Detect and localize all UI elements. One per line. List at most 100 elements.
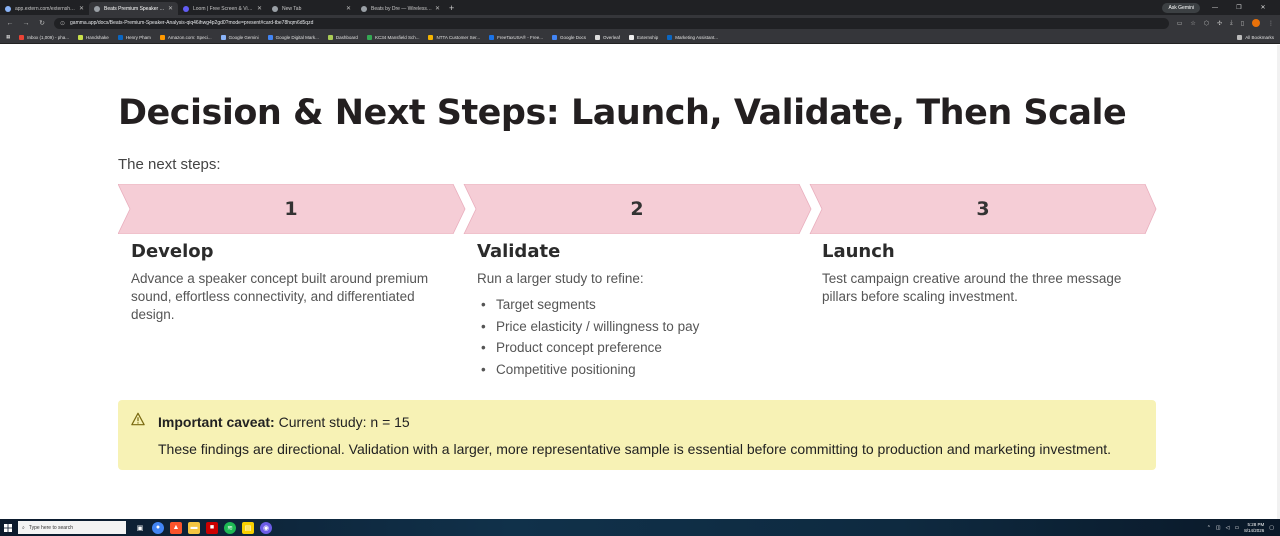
bookmark-item[interactable]: Google Digital Mark... bbox=[267, 34, 319, 40]
forward-icon[interactable]: → bbox=[22, 20, 30, 27]
task-view-icon[interactable]: ▣ bbox=[134, 522, 146, 534]
close-icon[interactable]: ✕ bbox=[346, 5, 351, 12]
apps-icon[interactable]: ▦ bbox=[6, 34, 10, 40]
bookmark-item[interactable]: Google Docs bbox=[551, 34, 586, 40]
browser-tab-bar: app.extern.com/externships/6/...✕ Beats … bbox=[0, 0, 1280, 15]
step-heading: Develop bbox=[131, 241, 214, 262]
step-number: 3 bbox=[976, 198, 990, 220]
star-icon[interactable]: ☆ bbox=[1190, 20, 1195, 27]
close-icon[interactable]: ✕ bbox=[168, 5, 173, 12]
volume-icon[interactable]: ◁ bbox=[1226, 525, 1230, 531]
bookmark-item[interactable]: Dashboard bbox=[327, 34, 358, 40]
bookmark-item[interactable]: Inbox (1,009) - pha... bbox=[19, 34, 69, 40]
bookmark-item[interactable]: KC34 Mansfield Sch... bbox=[366, 34, 420, 40]
bookmark-item[interactable]: Marketing Assistant... bbox=[667, 34, 719, 40]
back-icon[interactable]: ← bbox=[6, 20, 14, 27]
bookmark-item[interactable]: Henry Pham bbox=[117, 34, 151, 40]
tab-title: app.extern.com/externships/6/... bbox=[15, 5, 76, 12]
step-column-validate: Validate Run a larger study to refine: T… bbox=[477, 241, 797, 380]
bookmark-label: Dashboard bbox=[335, 34, 358, 40]
extension-icon[interactable]: ⬡ bbox=[1204, 20, 1209, 27]
sidepanel-icon[interactable]: ▯ bbox=[1241, 20, 1244, 27]
tab-favicon-icon bbox=[94, 5, 100, 12]
url-text: gamma.app/docs/Beats-Premium-Speaker-Ana… bbox=[70, 20, 314, 26]
bookmark-label: Handshake bbox=[86, 34, 109, 40]
close-window-icon[interactable]: ✕ bbox=[1254, 4, 1272, 11]
extensions-puzzle-icon[interactable]: ✣ bbox=[1217, 20, 1222, 27]
tab-favicon-icon bbox=[5, 5, 11, 12]
bookmark-label: Marketing Assistant... bbox=[675, 34, 719, 40]
tab-new-tab[interactable]: New Tab ✕ bbox=[267, 2, 356, 15]
chrome-icon[interactable]: ● bbox=[152, 521, 164, 534]
minimize-icon[interactable]: — bbox=[1206, 5, 1224, 11]
system-clock[interactable]: 5:28 PM 8/14/2026 bbox=[1244, 522, 1264, 534]
bookmark-item[interactable]: Google Gemini bbox=[220, 34, 259, 40]
tab-title: Loom | Free Screen & Video Re... bbox=[193, 5, 254, 12]
page-title: Decision & Next Steps: Launch, Validate,… bbox=[118, 93, 1127, 133]
tab-externship[interactable]: app.extern.com/externships/6/...✕ bbox=[0, 2, 89, 15]
search-placeholder: Type here to search bbox=[28, 524, 74, 531]
step-heading: Launch bbox=[822, 241, 895, 262]
amazon-icon bbox=[159, 34, 165, 40]
maximize-icon[interactable]: ❐ bbox=[1230, 4, 1248, 11]
file-explorer-icon[interactable]: ▬ bbox=[188, 521, 200, 534]
tab-beats-speakers[interactable]: Beats by Dre — Wireless Speak...✕ bbox=[356, 2, 445, 15]
tab-favicon-icon bbox=[361, 5, 367, 12]
sticky-notes-icon[interactable]: ▤ bbox=[242, 521, 254, 534]
address-bar: ← → ↻ ⊙ gamma.app/docs/Beats-Premium-Spe… bbox=[0, 15, 1280, 31]
bullet-list: Target segments Price elasticity / willi… bbox=[477, 294, 797, 380]
app-icon[interactable]: ◉ bbox=[260, 521, 272, 534]
close-icon[interactable]: ✕ bbox=[79, 5, 84, 12]
list-item: Price elasticity / willingness to pay bbox=[477, 316, 797, 338]
bookmark-item[interactable]: NTTA Customer Ser... bbox=[428, 34, 480, 40]
brave-icon[interactable]: ▲ bbox=[170, 521, 182, 534]
close-icon[interactable]: ✕ bbox=[257, 5, 262, 12]
linkedin-icon bbox=[117, 34, 123, 40]
bookmark-item[interactable]: Overleaf bbox=[595, 34, 620, 40]
bookmark-label: KC34 Mansfield Sch... bbox=[374, 34, 420, 40]
bookmark-label: Google Gemini bbox=[228, 34, 259, 40]
docs-icon bbox=[551, 34, 557, 40]
step-description: Advance a speaker concept built around p… bbox=[131, 271, 429, 322]
caveat-callout: Important caveat: Current study: n = 15 … bbox=[118, 400, 1156, 470]
spotify-icon[interactable]: ≋ bbox=[224, 521, 236, 534]
close-icon[interactable]: ✕ bbox=[435, 5, 440, 12]
ntta-icon bbox=[428, 34, 434, 40]
caveat-label: Important caveat: bbox=[158, 414, 275, 430]
download-icon[interactable]: ⤓ bbox=[1230, 20, 1233, 27]
profile-avatar[interactable] bbox=[1252, 19, 1260, 27]
site-info-icon[interactable]: ⊙ bbox=[60, 20, 65, 27]
step-number: 1 bbox=[284, 198, 298, 220]
list-item: Competitive positioning bbox=[477, 359, 797, 381]
tab-beats-analysis[interactable]: Beats Premium Speaker Analy...✕ bbox=[89, 2, 178, 15]
notification-icon[interactable]: ▢ bbox=[1269, 525, 1274, 531]
taskbar-search-input[interactable]: ⌕ Type here to search bbox=[18, 521, 126, 534]
ask-gemini-button[interactable]: Ask Gemini bbox=[1162, 2, 1200, 13]
caveat-detail: Current study: n = 15 bbox=[274, 414, 410, 430]
menu-icon[interactable]: ⋮ bbox=[1268, 20, 1274, 27]
chevron-up-icon[interactable]: ⌃ bbox=[1207, 525, 1211, 531]
gemini-icon bbox=[220, 34, 226, 40]
tab-loom[interactable]: Loom | Free Screen & Video Re...✕ bbox=[178, 2, 267, 15]
bookmark-item[interactable]: Externship bbox=[629, 34, 658, 40]
battery-icon[interactable]: ▭ bbox=[1235, 525, 1240, 531]
bookmark-label: Amazon.com: Speci... bbox=[167, 34, 212, 40]
reload-icon[interactable]: ↻ bbox=[38, 19, 46, 27]
url-input[interactable]: ⊙ gamma.app/docs/Beats-Premium-Speaker-A… bbox=[54, 17, 1169, 29]
cast-icon[interactable]: ▭ bbox=[1177, 20, 1183, 27]
bookmark-item[interactable]: Amazon.com: Speci... bbox=[159, 34, 212, 40]
start-button[interactable] bbox=[0, 523, 16, 532]
search-icon: ⌕ bbox=[22, 524, 25, 531]
bookmark-item[interactable]: FreeTaxUSA® - Free... bbox=[489, 34, 543, 40]
all-bookmarks-button[interactable]: All Bookmarks bbox=[1237, 34, 1274, 40]
handshake-icon bbox=[78, 34, 84, 40]
windows-logo-icon bbox=[4, 523, 12, 532]
app-icon[interactable]: ■ bbox=[206, 521, 218, 534]
presentation-slide: Decision & Next Steps: Launch, Validate,… bbox=[0, 45, 1280, 519]
step-description: Test campaign creative around the three … bbox=[822, 271, 1122, 304]
bookmark-label: Google Docs bbox=[559, 34, 586, 40]
linkedin-icon bbox=[667, 34, 673, 40]
bookmark-item[interactable]: Handshake bbox=[78, 34, 109, 40]
new-tab-button[interactable]: + bbox=[449, 3, 454, 13]
network-icon[interactable]: ◫ bbox=[1216, 525, 1221, 531]
